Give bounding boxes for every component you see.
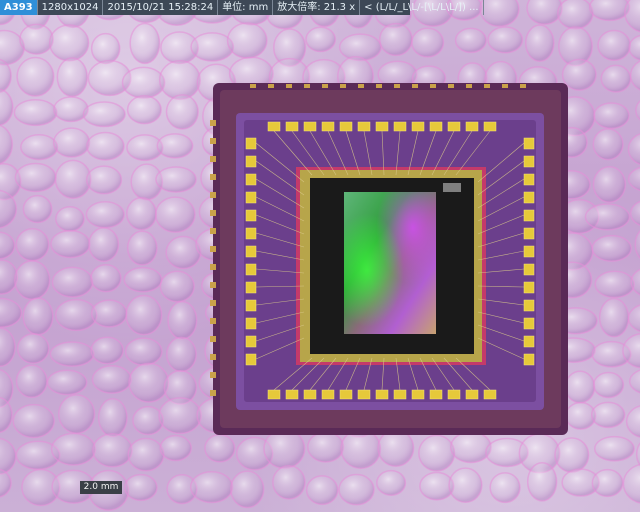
scale-bar: 2.0 mm [80, 481, 122, 494]
capture-id: A393 [0, 0, 38, 15]
image-sensor-chip [210, 83, 568, 435]
die-marker [443, 183, 461, 192]
timestamp-label: 2015/10/21 15:28:24 [103, 0, 219, 15]
extra-label: < (L/L/_L\L/-[\L/L\L/]) ... [360, 0, 484, 15]
scale-bar-label: 2.0 mm [83, 482, 119, 492]
unit-label: 单位: mm [218, 0, 274, 15]
resolution-label: 1280x1024 [38, 0, 104, 15]
magnification-label: 放大倍率: 21.3 x [273, 0, 361, 15]
info-bar: A393 1280x1024 2015/10/21 15:28:24 单位: m… [0, 0, 484, 15]
